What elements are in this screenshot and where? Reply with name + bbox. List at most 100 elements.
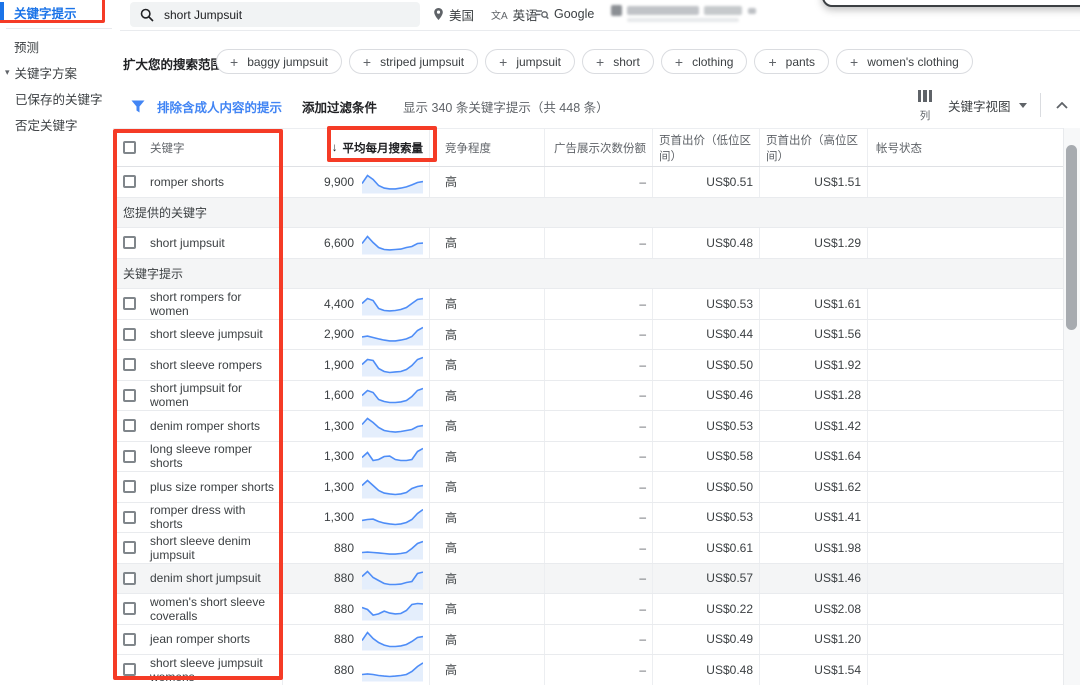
keyword-row[interactable]: plus size romper shorts1,300高–US$0.50US$…: [113, 472, 1063, 503]
keyword-row[interactable]: romper dress with shorts1,300高–US$0.53US…: [113, 503, 1063, 534]
broaden-chip[interactable]: +striped jumpsuit: [349, 49, 478, 74]
sidebar-item-saved-keywords[interactable]: 已保存的关键字: [0, 85, 120, 111]
trend-sparkline: [362, 536, 423, 560]
account-status-cell: [868, 350, 1063, 380]
header-ad-impression-share[interactable]: 广告展示次数份额: [545, 129, 653, 166]
impression-share-value: –: [639, 358, 646, 372]
row-checkbox[interactable]: [123, 328, 136, 341]
row-checkbox[interactable]: [123, 572, 136, 585]
keyword-text: short jumpsuit for women: [150, 381, 276, 409]
view-dropdown[interactable]: 关键字视图: [948, 90, 1027, 120]
keyword-row[interactable]: short sleeve rompers1,900高–US$0.50US$1.9…: [113, 350, 1063, 381]
keyword-row[interactable]: short sleeve jumpsuit2,900高–US$0.44US$1.…: [113, 320, 1063, 351]
bid-high-value: US$1.29: [814, 236, 861, 250]
keyword-row[interactable]: long sleeve romper shorts1,300高–US$0.58U…: [113, 442, 1063, 473]
chevron-down-icon: [1019, 103, 1027, 108]
search-input[interactable]: [164, 8, 384, 22]
broaden-chip[interactable]: + baggy jumpsuit: [216, 49, 342, 74]
add-filter-button[interactable]: 添加过滤条件: [302, 97, 377, 116]
header-keyword[interactable]: 关键字: [113, 129, 283, 166]
row-checkbox[interactable]: [123, 663, 136, 676]
bid-low-cell: US$0.48: [653, 228, 760, 258]
scrollbar-thumb[interactable]: [1066, 145, 1077, 330]
selected-indicator: [0, 2, 4, 22]
keyword-row[interactable]: jean romper shorts880高–US$0.49US$1.20: [113, 625, 1063, 656]
competition-cell: 高: [430, 411, 545, 441]
keyword-row[interactable]: short rompers for women4,400高–US$0.53US$…: [113, 289, 1063, 320]
keyword-row[interactable]: short jumpsuit for women1,600高–US$0.46US…: [113, 381, 1063, 412]
broaden-chip[interactable]: +pants: [754, 49, 829, 74]
account-status-cell: [868, 442, 1063, 472]
exclude-adult-content-link[interactable]: 排除含成人内容的提示: [157, 97, 282, 116]
keyword-row[interactable]: romper shorts9,900高–US$0.51US$1.51: [113, 167, 1063, 198]
language-selector[interactable]: 文A 英语: [491, 0, 538, 28]
keyword-cell: short sleeve jumpsuit: [113, 320, 283, 350]
sidebar: 关键字提示 预测 ▾ 关键字方案 已保存的关键字 否定关键字: [0, 0, 120, 685]
avg-monthly-searches-cell: 4,400: [283, 289, 430, 319]
broaden-chip[interactable]: +clothing: [661, 49, 748, 74]
sidebar-item-keyword-plan[interactable]: ▾ 关键字方案: [0, 59, 120, 85]
sidebar-item-label: 否定关键字: [15, 115, 78, 134]
row-checkbox[interactable]: [123, 175, 136, 188]
sidebar-item-forecast[interactable]: 预测: [0, 33, 120, 59]
header-label: 竞争程度: [445, 140, 491, 156]
ad-impression-share-cell: –: [545, 655, 653, 685]
row-checkbox[interactable]: [123, 541, 136, 554]
chip-label: baggy jumpsuit: [247, 55, 328, 69]
bid-high-cell: US$1.41: [760, 503, 868, 533]
header-avg-monthly-searches[interactable]: ↓ 平均每月搜索量: [283, 129, 430, 166]
sidebar-item-keyword-ideas[interactable]: 关键字提示: [0, 0, 120, 24]
bid-high-value: US$1.28: [814, 388, 861, 402]
location-pin-icon: [433, 7, 444, 21]
select-all-checkbox[interactable]: [123, 141, 136, 154]
view-dropdown-label: 关键字视图: [948, 96, 1011, 115]
keyword-row[interactable]: denim romper shorts1,300高–US$0.53US$1.42: [113, 411, 1063, 442]
keyword-search-box[interactable]: [130, 2, 420, 27]
keyword-row[interactable]: women's short sleeve coveralls880高–US$0.…: [113, 594, 1063, 625]
broaden-chip[interactable]: +short: [582, 49, 654, 74]
row-checkbox[interactable]: [123, 297, 136, 310]
columns-button[interactable]: 列: [908, 89, 942, 123]
broaden-chip[interactable]: +women's clothing: [836, 49, 973, 74]
ad-impression-share-cell: –: [545, 503, 653, 533]
row-checkbox[interactable]: [123, 389, 136, 402]
header-competition[interactable]: 竞争程度: [430, 129, 545, 166]
keyword-row[interactable]: denim short jumpsuit880高–US$0.57US$1.46: [113, 564, 1063, 595]
row-checkbox[interactable]: [123, 358, 136, 371]
location-selector[interactable]: 美国: [433, 0, 474, 28]
row-checkbox[interactable]: [123, 450, 136, 463]
avg-monthly-searches-cell: 1,300: [283, 411, 430, 441]
row-checkbox[interactable]: [123, 511, 136, 524]
ad-impression-share-cell: –: [545, 320, 653, 350]
collapse-panel-button[interactable]: [1051, 94, 1073, 116]
keyword-cell: romper shorts: [113, 167, 283, 197]
search-volume-value: 880: [334, 602, 354, 616]
plus-icon: +: [230, 54, 238, 70]
header-account-status[interactable]: 帐号状态: [868, 129, 1063, 166]
header-top-of-page-bid-low[interactable]: 页首出价（低位区间）: [653, 129, 760, 166]
network-selector[interactable]: Google: [535, 0, 594, 28]
keyword-text: plus size romper shorts: [150, 480, 274, 494]
row-checkbox[interactable]: [123, 419, 136, 432]
row-checkbox[interactable]: [123, 480, 136, 493]
row-checkbox[interactable]: [123, 633, 136, 646]
row-checkbox[interactable]: [123, 236, 136, 249]
header-top-of-page-bid-high[interactable]: 页首出价（高位区间）: [760, 129, 868, 166]
keyword-row[interactable]: short sleeve jumpsuit womens880高–US$0.48…: [113, 655, 1063, 685]
keyword-row[interactable]: short jumpsuit6,600高–US$0.48US$1.29: [113, 228, 1063, 259]
account-status-cell: [868, 320, 1063, 350]
row-checkbox[interactable]: [123, 602, 136, 615]
date-range-selector[interactable]: [611, 4, 761, 24]
bid-low-value: US$0.53: [706, 297, 753, 311]
keyword-row[interactable]: short sleeve denim jumpsuit880高–US$0.61U…: [113, 533, 1063, 564]
sidebar-item-label: 已保存的关键字: [15, 89, 103, 108]
bid-high-cell: US$1.61: [760, 289, 868, 319]
broaden-chip[interactable]: +jumpsuit: [485, 49, 575, 74]
impression-share-value: –: [639, 571, 646, 585]
search-volume-value: 1,300: [324, 480, 354, 494]
bid-high-cell: US$1.92: [760, 350, 868, 380]
sidebar-item-negative-keywords[interactable]: 否定关键字: [0, 111, 120, 137]
keyword-cell: long sleeve romper shorts: [113, 442, 283, 472]
trend-sparkline: [362, 566, 423, 590]
search-volume-value: 1,600: [324, 388, 354, 402]
